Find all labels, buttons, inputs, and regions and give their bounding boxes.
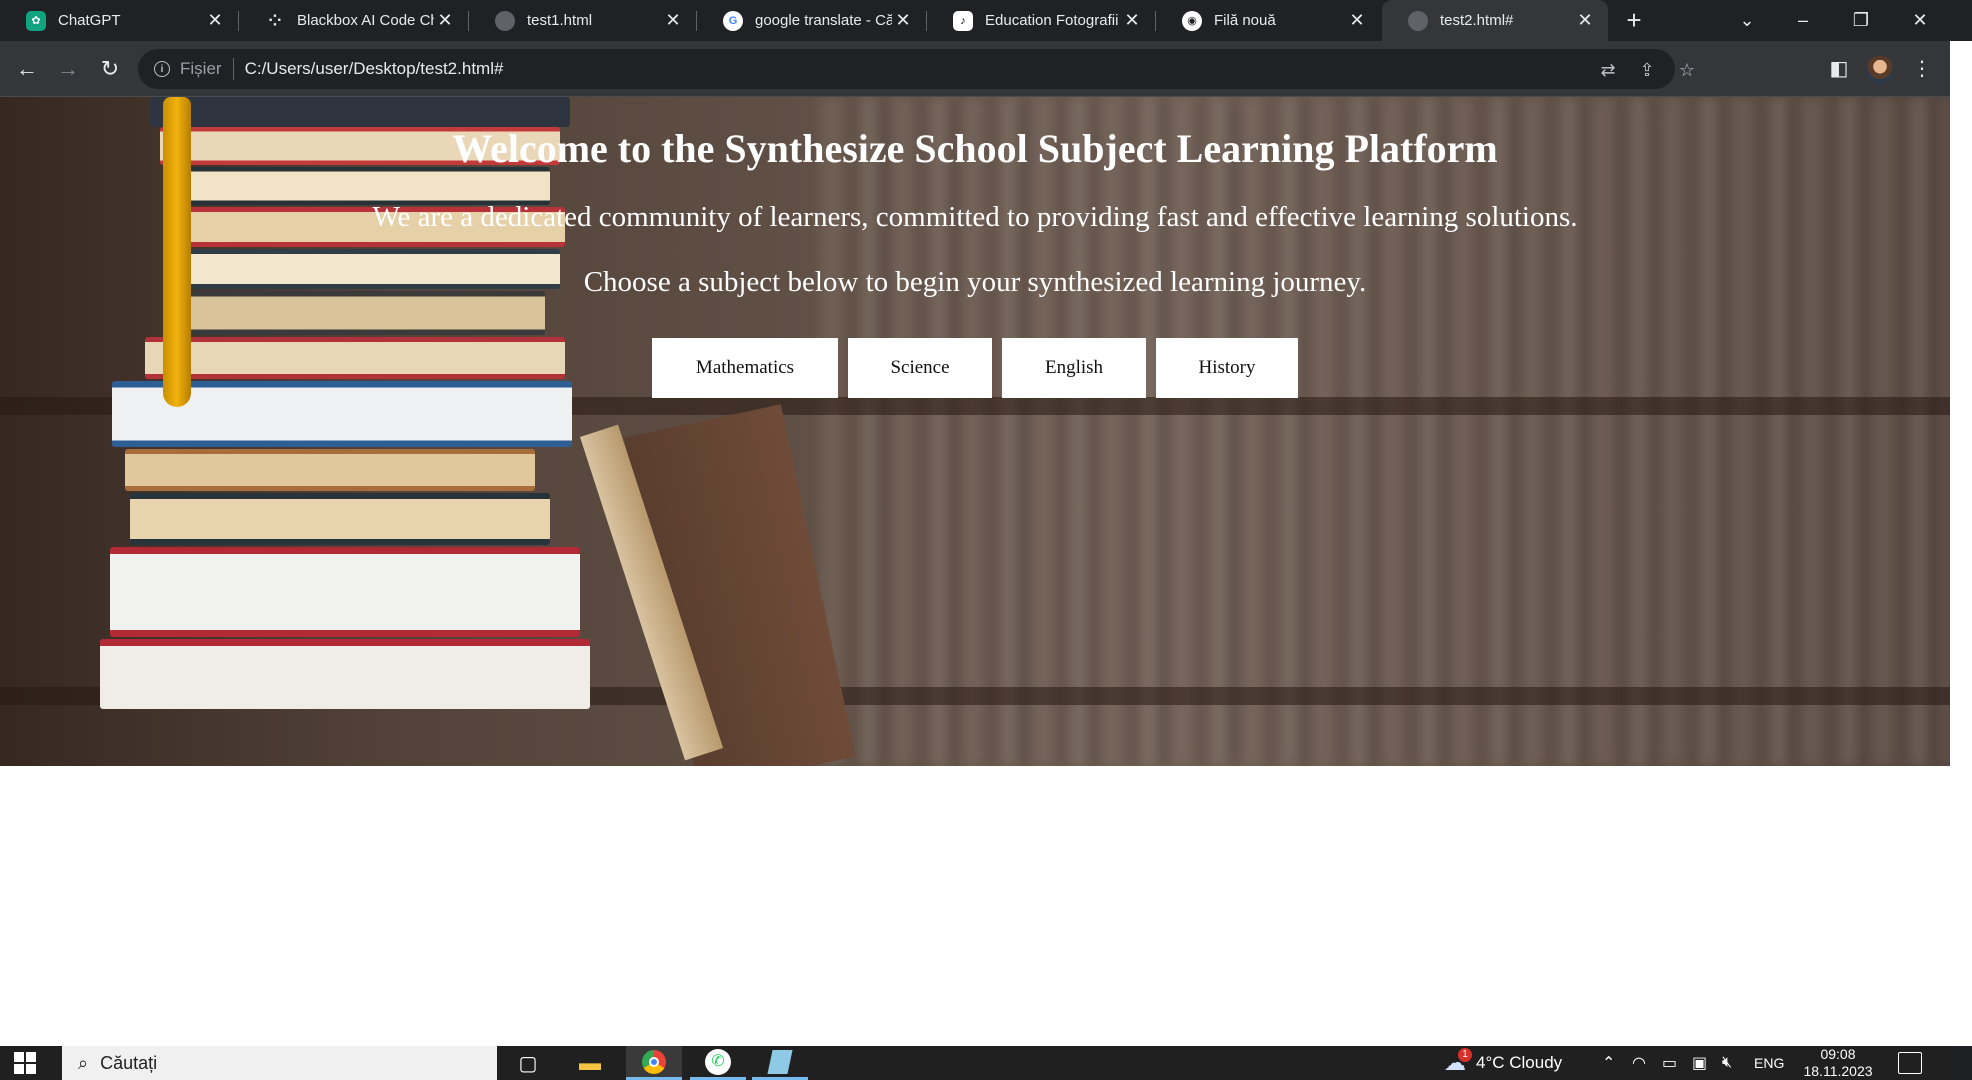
- search-placeholder: Căutați: [100, 1052, 158, 1073]
- browser-toolbar: ← → ↻ i Fișier C:/Users/user/Desktop/tes…: [0, 41, 1950, 97]
- close-icon[interactable]: ✕: [1346, 10, 1368, 32]
- show-hidden-icons[interactable]: ⌃: [1602, 1046, 1615, 1080]
- chrome-taskbar-icon[interactable]: [626, 1046, 682, 1080]
- side-panel-icon[interactable]: ◧: [1823, 53, 1855, 85]
- address-bar[interactable]: i Fișier C:/Users/user/Desktop/test2.htm…: [138, 49, 1695, 89]
- chrome-icon: ◉: [1182, 10, 1202, 31]
- tab-chatgpt[interactable]: ✿ ChatGPT ✕: [0, 0, 238, 41]
- chrome-icon: [642, 1049, 666, 1074]
- forward-icon[interactable]: →: [52, 53, 84, 85]
- language-indicator[interactable]: ENG: [1754, 1046, 1784, 1080]
- science-button[interactable]: Science: [848, 338, 992, 398]
- file-explorer-icon[interactable]: ▬: [562, 1046, 618, 1080]
- minimize-icon[interactable]: –: [1783, 4, 1823, 36]
- chatgpt-icon: ✿: [26, 10, 46, 31]
- scheme-label: Fișier: [180, 59, 222, 78]
- info-icon[interactable]: i: [154, 61, 170, 77]
- page-prompt: Choose a subject below to begin your syn…: [583, 266, 1367, 298]
- close-icon[interactable]: ✕: [1574, 10, 1596, 32]
- tab-title: test2.html#: [1440, 12, 1514, 29]
- tab-title: Filă nouă: [1214, 12, 1276, 29]
- system-clock[interactable]: 09:08 18.11.2023: [1788, 1046, 1888, 1080]
- mathematics-button[interactable]: Mathematics: [652, 338, 838, 398]
- tiktok-icon: ♪: [953, 10, 973, 31]
- tab-blackbox[interactable]: ⁘ Blackbox AI Code Ch ✕: [239, 0, 468, 41]
- taskbar-search[interactable]: ⌕ Căutați: [62, 1046, 497, 1080]
- back-icon[interactable]: ←: [11, 53, 43, 85]
- tab-search-icon[interactable]: ⌄: [1727, 4, 1767, 36]
- volume-muted-icon[interactable]: 🔇︎: [1722, 1046, 1732, 1080]
- tab-title: test1.html: [527, 12, 593, 29]
- notifications-icon[interactable]: [1898, 1052, 1922, 1074]
- blackbox-icon: ⁘: [268, 12, 282, 30]
- restore-icon[interactable]: ❐: [1841, 4, 1881, 36]
- weather-text: 4°C Cloudy: [1476, 1053, 1563, 1072]
- tab-title: Education Fotografii: [985, 12, 1119, 29]
- cloud-icon: ☁ 1: [1444, 1048, 1472, 1076]
- tab-test2[interactable]: test2.html# ✕: [1382, 0, 1608, 41]
- close-icon[interactable]: ✕: [1121, 10, 1143, 32]
- security-icon[interactable]: ▣: [1692, 1046, 1707, 1080]
- window-edge: [1950, 41, 1972, 1046]
- bookmark-star-icon[interactable]: ☆: [1674, 57, 1700, 83]
- search-icon: ⌕: [78, 1052, 89, 1073]
- tab-title: Blackbox AI Code Ch: [297, 12, 434, 29]
- task-view-icon[interactable]: ▢: [500, 1046, 556, 1080]
- close-window-icon[interactable]: ✕: [1900, 4, 1940, 36]
- tab-new-tab[interactable]: ◉ Filă nouă ✕: [1156, 0, 1380, 41]
- network-icon[interactable]: ◠: [1632, 1046, 1646, 1080]
- history-button[interactable]: History: [1156, 338, 1298, 398]
- close-icon[interactable]: ✕: [662, 10, 684, 32]
- google-icon: G: [723, 10, 743, 31]
- subject-buttons: Mathematics Science English History: [0, 338, 1950, 398]
- tab-title: google translate - Că: [755, 12, 892, 29]
- menu-kebab-icon[interactable]: ⋮: [1906, 53, 1938, 85]
- globe-icon: [1408, 10, 1428, 31]
- weather-badge: 1: [1458, 1048, 1472, 1062]
- url-text[interactable]: C:/Users/user/Desktop/test2.html#: [245, 59, 504, 79]
- page-subtitle: We are a dedicated community of learners…: [372, 201, 1578, 233]
- hero-content: Welcome to the Synthesize School Subject…: [0, 97, 1950, 766]
- windows-taskbar: ⌕ Căutați ▢ ▬ ✆ ☁ 1 4°C Cloudy ⌃ ◠ ▭ ▣ 🔇…: [0, 1046, 1972, 1080]
- close-icon[interactable]: ✕: [434, 10, 456, 32]
- omnibox-divider: [232, 58, 234, 80]
- taskbar-area: ⌕ Căutați ▢ ▬ ✆ ☁ 1 4°C Cloudy ⌃ ◠ ▭ ▣ 🔇…: [0, 1046, 1950, 1080]
- battery-icon[interactable]: ▭: [1662, 1046, 1677, 1080]
- notepad-icon[interactable]: [752, 1046, 808, 1080]
- weather-widget[interactable]: ☁ 1 4°C Cloudy: [1444, 1046, 1562, 1080]
- whatsapp-icon[interactable]: ✆: [690, 1046, 746, 1080]
- page-viewport: Welcome to the Synthesize School Subject…: [0, 97, 1950, 1046]
- clock-time: 09:08: [1820, 1046, 1856, 1062]
- globe-icon: [495, 10, 515, 31]
- reload-icon[interactable]: ↻: [94, 53, 126, 85]
- english-button[interactable]: English: [1002, 338, 1146, 398]
- tab-google-translate[interactable]: G google translate - Că ✕: [697, 0, 926, 41]
- avatar[interactable]: [1866, 56, 1894, 84]
- windows-start-icon[interactable]: [14, 1052, 36, 1074]
- tab-strip: ✿ ChatGPT ✕ ⁘ Blackbox AI Code Ch ✕ test…: [0, 0, 1972, 41]
- close-icon[interactable]: ✕: [204, 10, 226, 32]
- share-icon[interactable]: ⇪: [1634, 57, 1660, 83]
- tab-test1[interactable]: test1.html ✕: [469, 0, 696, 41]
- tab-education[interactable]: ♪ Education Fotografii ✕: [927, 0, 1155, 41]
- translate-icon[interactable]: ⇄: [1595, 57, 1621, 83]
- new-tab-button[interactable]: +: [1620, 7, 1648, 35]
- clock-date: 18.11.2023: [1803, 1063, 1873, 1079]
- tab-title: ChatGPT: [58, 12, 121, 29]
- page-title: Welcome to the Synthesize School Subject…: [452, 126, 1498, 171]
- hero-banner: Welcome to the Synthesize School Subject…: [0, 97, 1950, 766]
- close-icon[interactable]: ✕: [892, 10, 914, 32]
